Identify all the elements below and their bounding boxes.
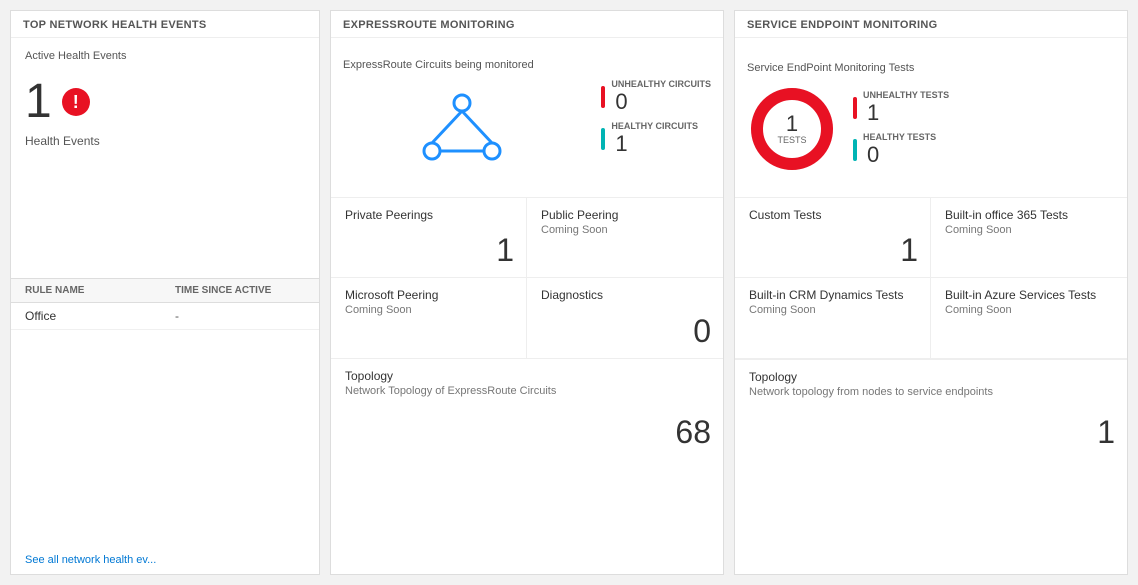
right-topology-cell[interactable]: Topology Network topology from nodes to … — [735, 359, 1127, 459]
unhealthy-bar — [601, 86, 605, 108]
sem-main: Service EndPoint Monitoring Tests 1 TEST… — [735, 38, 1127, 198]
healthy-circuits-row: HEALTHY CIRCUITS 1 — [601, 121, 711, 157]
microsoft-peering-subtitle: Coming Soon — [345, 304, 512, 316]
er-stats: UNHEALTHY CIRCUITS 0 HEALTHY CIRCUITS 1 — [601, 79, 711, 157]
donut-center-label: TESTS — [777, 136, 806, 146]
healthy-tests-label: HEALTHY TESTS — [863, 132, 936, 142]
unhealthy-circuits-value: 0 — [615, 89, 711, 115]
private-peerings-cell[interactable]: Private Peerings 1 — [331, 198, 527, 278]
right-panel-header: SERVICE ENDPOINT MONITORING — [735, 11, 1127, 38]
custom-tests-value: 1 — [900, 232, 918, 269]
expressroute-main: ExpressRoute Circuits being monitored — [331, 38, 723, 198]
unhealthy-tests-label: UNHEALTHY TESTS — [863, 90, 949, 100]
middle-grid: Private Peerings 1 Public Peering Coming… — [331, 198, 723, 359]
unhealthy-tests-value: 1 — [867, 100, 949, 126]
health-label: Health Events — [25, 134, 305, 148]
builtin-azure-cell[interactable]: Built-in Azure Services Tests Coming Soo… — [931, 278, 1127, 358]
builtin-365-title: Built-in office 365 Tests — [945, 208, 1113, 222]
middle-topology-subtitle: Network Topology of ExpressRoute Circuit… — [345, 385, 709, 397]
unhealthy-tests-bar — [853, 97, 857, 119]
middle-panel-header: EXPRESSROUTE MONITORING — [331, 11, 723, 38]
diagnostics-cell[interactable]: Diagnostics 0 — [527, 278, 723, 358]
right-topology-title: Topology — [749, 370, 1113, 384]
see-all-link[interactable]: See all network health ev... — [11, 546, 319, 574]
health-count-row: 1 ! — [25, 78, 305, 126]
right-topology-subtitle: Network topology from nodes to service e… — [749, 386, 1113, 398]
health-subtitle: Active Health Events — [25, 50, 305, 62]
er-icon-area — [343, 81, 581, 176]
middle-topology-value: 68 — [675, 414, 711, 451]
right-grid: Custom Tests 1 Built-in office 365 Tests… — [735, 198, 1127, 359]
unhealthy-tests-row: UNHEALTHY TESTS 1 — [853, 90, 949, 126]
middle-topology-cell[interactable]: Topology Network Topology of ExpressRout… — [331, 359, 723, 459]
healthy-circuits-label: HEALTHY CIRCUITS — [611, 121, 698, 131]
diagnostics-value: 0 — [693, 313, 711, 350]
healthy-tests-value: 0 — [867, 142, 936, 168]
left-panel-header: TOP NETWORK HEALTH EVENTS — [11, 11, 319, 38]
builtin-365-subtitle: Coming Soon — [945, 224, 1113, 236]
public-peering-cell[interactable]: Public Peering Coming Soon — [527, 198, 723, 278]
donut-center-num: 1 — [777, 111, 806, 135]
health-content: Active Health Events 1 ! Health Events — [11, 38, 319, 278]
left-panel: TOP NETWORK HEALTH EVENTS Active Health … — [10, 10, 320, 575]
donut-chart: 1 TESTS — [747, 84, 837, 174]
right-panel: SERVICE ENDPOINT MONITORING Service EndP… — [734, 10, 1128, 575]
sem-subtitle: Service EndPoint Monitoring Tests — [747, 62, 1115, 74]
sem-stats: UNHEALTHY TESTS 1 HEALTHY TESTS 0 — [853, 90, 949, 168]
rule-name: Office — [25, 309, 175, 323]
middle-topology-title: Topology — [345, 369, 709, 383]
unhealthy-circuits-row: UNHEALTHY CIRCUITS 0 — [601, 79, 711, 115]
healthy-tests-bar — [853, 139, 857, 161]
middle-panel: EXPRESSROUTE MONITORING ExpressRoute Cir… — [330, 10, 724, 575]
private-peerings-value: 1 — [496, 232, 514, 269]
public-peering-title: Public Peering — [541, 208, 709, 222]
microsoft-peering-title: Microsoft Peering — [345, 288, 512, 302]
custom-tests-title: Custom Tests — [749, 208, 916, 222]
builtin-azure-title: Built-in Azure Services Tests — [945, 288, 1113, 302]
col-rule-header: RULE NAME — [25, 285, 175, 296]
diagnostics-title: Diagnostics — [541, 288, 709, 302]
donut-center: 1 TESTS — [777, 111, 806, 145]
health-number: 1 — [25, 78, 52, 126]
custom-tests-cell[interactable]: Custom Tests 1 — [735, 198, 931, 278]
builtin-azure-subtitle: Coming Soon — [945, 304, 1113, 316]
builtin-365-cell[interactable]: Built-in office 365 Tests Coming Soon — [931, 198, 1127, 278]
unhealthy-circuits-label: UNHEALTHY CIRCUITS — [611, 79, 711, 89]
alert-icon: ! — [62, 88, 90, 116]
healthy-bar — [601, 128, 605, 150]
healthy-circuits-value: 1 — [615, 131, 698, 157]
network-triangle-icon — [417, 91, 507, 166]
public-peering-subtitle: Coming Soon — [541, 224, 709, 236]
table-header: RULE NAME TIME SINCE ACTIVE — [11, 278, 319, 303]
builtin-crm-title: Built-in CRM Dynamics Tests — [749, 288, 916, 302]
builtin-crm-cell[interactable]: Built-in CRM Dynamics Tests Coming Soon — [735, 278, 931, 358]
col-time-header: TIME SINCE ACTIVE — [175, 285, 305, 296]
private-peerings-title: Private Peerings — [345, 208, 512, 222]
time-since-active: - — [175, 309, 305, 323]
right-topology-value: 1 — [1097, 414, 1115, 451]
dashboard: TOP NETWORK HEALTH EVENTS Active Health … — [0, 0, 1138, 585]
healthy-tests-row: HEALTHY TESTS 0 — [853, 132, 949, 168]
builtin-crm-subtitle: Coming Soon — [749, 304, 916, 316]
er-subtitle: ExpressRoute Circuits being monitored — [343, 59, 581, 71]
table-row[interactable]: Office - — [11, 303, 319, 330]
microsoft-peering-cell[interactable]: Microsoft Peering Coming Soon — [331, 278, 527, 358]
